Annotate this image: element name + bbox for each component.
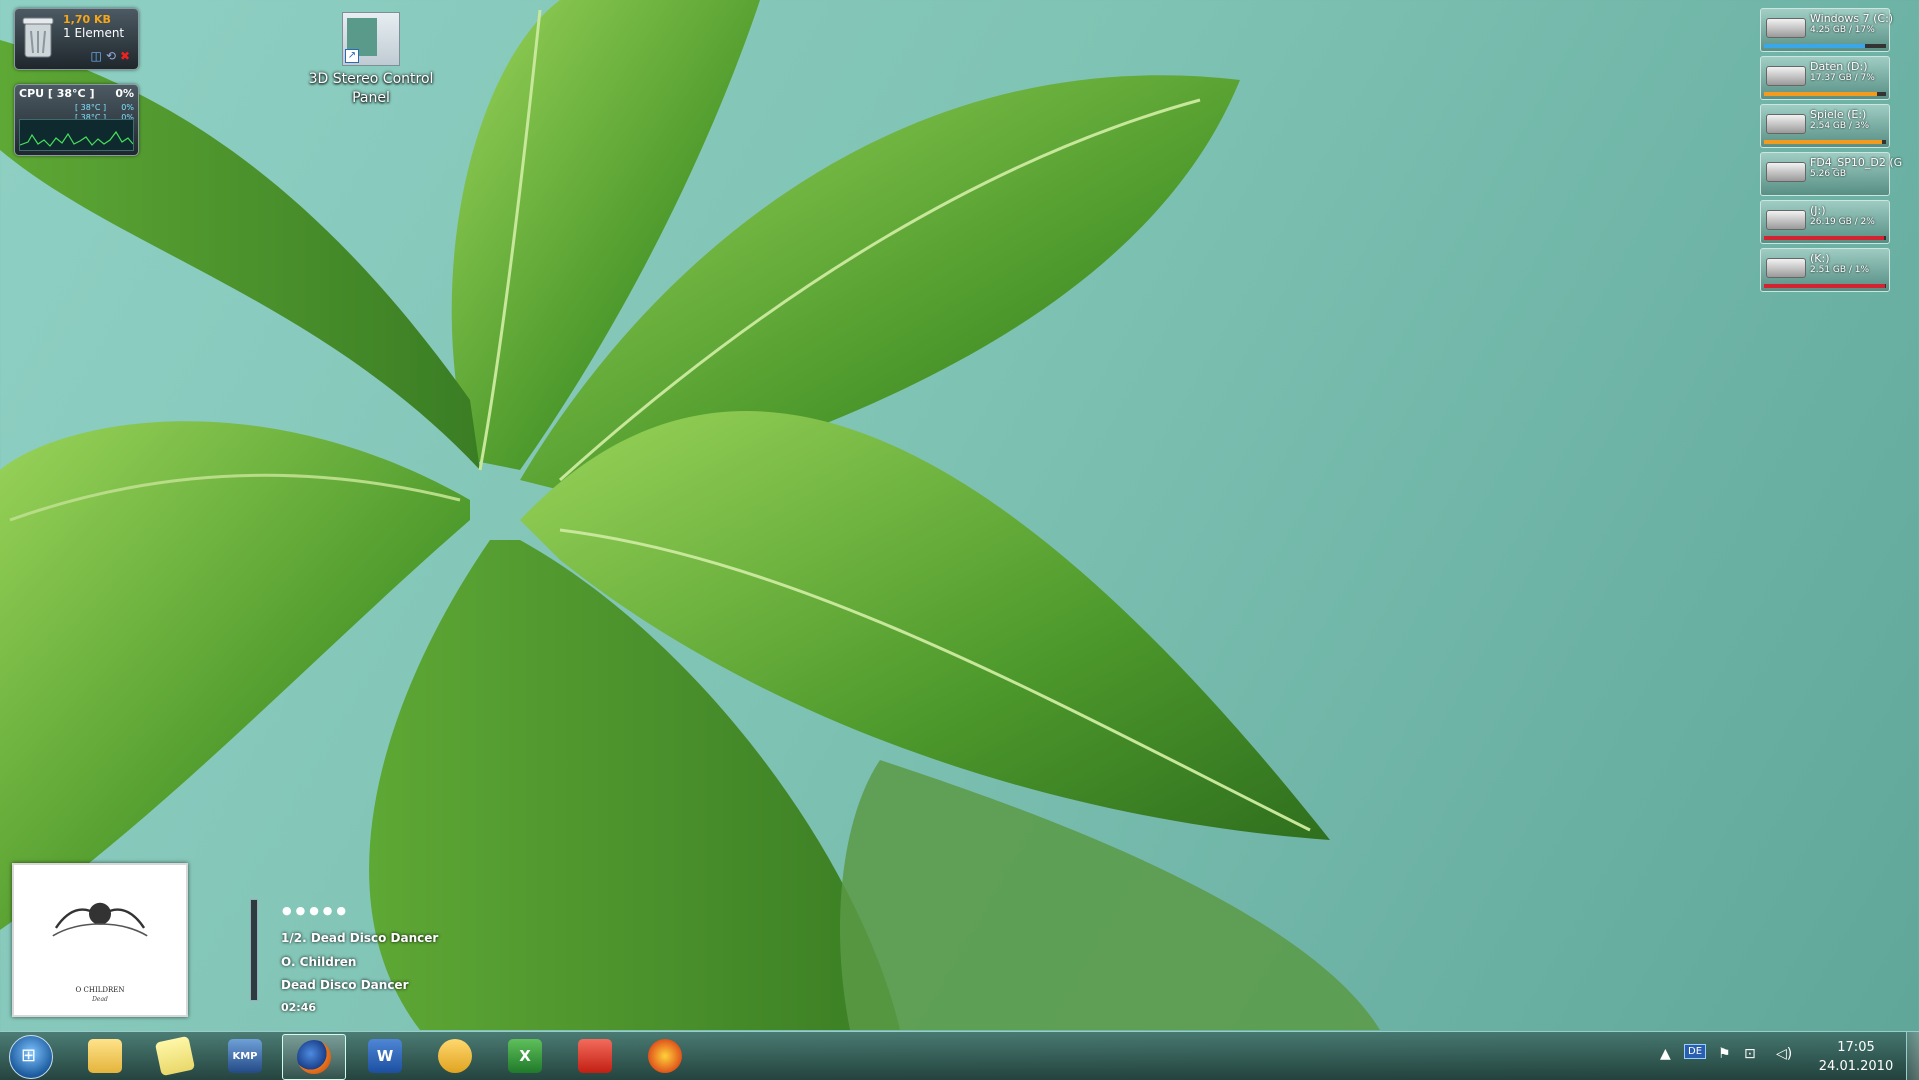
taskbar: ⊞ KMP W X ▲ DE ⚑ ⊡ ◁) 17:05 24.01.2010 (0, 1031, 1919, 1080)
cpu-usage-graph (19, 119, 134, 151)
hard-drive-icon (1766, 18, 1806, 38)
album-art[interactable]: O CHILDREN Dead (12, 863, 188, 1017)
cpu-total: 0% (115, 87, 134, 100)
firefox-icon (297, 1040, 331, 1074)
drive-gadget-e[interactable]: Spiele (E:) 2.54 GB / 3% (1760, 104, 1890, 148)
album-subtitle: Dead (92, 996, 108, 1003)
clock-date: 24.01.2010 (1818, 1059, 1894, 1074)
word-icon: W (368, 1039, 402, 1073)
flower-icon (648, 1039, 682, 1073)
drive-gadget-k[interactable]: (K:) 2.51 GB / 1% (1760, 248, 1890, 292)
drive-info: 2.54 GB / 3% (1810, 121, 1870, 131)
taskbar-explorer[interactable] (74, 1034, 136, 1078)
clock[interactable]: 17:05 24.01.2010 (1808, 1038, 1904, 1076)
show-hidden-icons-button[interactable]: ▲ (1660, 1046, 1671, 1062)
acrobat-icon (578, 1039, 612, 1073)
drive-usage-bar (1764, 284, 1886, 288)
cpu-meter-gadget[interactable]: CPU [ 38°C ] 0% [ 38°C ] 0% [ 38°C ] 0% (14, 84, 139, 156)
core-load: 0% (121, 103, 134, 112)
drive-usage-bar (1764, 236, 1886, 240)
label-line: Panel (352, 90, 390, 106)
taskbar-word[interactable]: W (354, 1034, 416, 1078)
drive-info: 26.19 GB / 2% (1810, 217, 1875, 227)
drive-info: 17.37 GB / 7% (1810, 73, 1875, 83)
language-indicator[interactable]: DE (1684, 1044, 1707, 1059)
taskbar-sticky-notes[interactable] (144, 1034, 206, 1078)
windows-logo-icon: ⊞ (21, 1045, 37, 1066)
drive-gadget-d[interactable]: Daten (D:) 17.37 GB / 7% (1760, 56, 1890, 100)
desktop-wallpaper (0, 0, 1380, 1030)
drive-name: Daten (D:) (1810, 60, 1868, 73)
folder-icon (88, 1039, 122, 1073)
word-label: W (376, 1047, 394, 1065)
optical-drive-icon (1766, 162, 1806, 182)
track-album: Dead Disco Dancer (281, 978, 409, 992)
recycle-bin-gadget[interactable]: 1,70 KB 1 Element ◫ ⟲ ✖ (14, 8, 139, 70)
show-desktop-button[interactable] (1906, 1032, 1919, 1080)
core-temp: [ 38°C ] (75, 103, 107, 112)
excel-icon: X (508, 1039, 542, 1073)
control-panel-icon: ↗ (342, 12, 400, 66)
drive-name: (J:) (1810, 204, 1826, 217)
drive-name: (K:) (1810, 252, 1830, 265)
hard-drive-icon (1766, 66, 1806, 86)
open-bin-icon[interactable]: ◫ (91, 49, 102, 63)
recycle-bin-count: 1 Element (63, 26, 125, 40)
shortcut-arrow-icon: ↗ (345, 49, 359, 63)
clock-time: 17:05 (1837, 1040, 1875, 1055)
recycle-bin-icon (22, 17, 54, 58)
taskbar-firefox[interactable] (282, 1034, 346, 1080)
drive-gadget-c[interactable]: Windows 7 (C:) 4.25 GB / 17% (1760, 8, 1894, 52)
hard-drive-icon (1766, 210, 1806, 230)
album-illustration (52, 902, 148, 937)
album-title: O CHILDREN (75, 986, 125, 994)
notes-icon (154, 1035, 196, 1077)
hard-drive-icon (1766, 258, 1806, 278)
taskbar-outlook[interactable] (424, 1034, 486, 1078)
taskbar-gadget-app[interactable] (634, 1034, 696, 1078)
recycle-bin-size: 1,70 KB (63, 13, 111, 26)
drive-name: Windows 7 (C:) (1810, 12, 1894, 25)
drive-info: 4.25 GB / 17% (1810, 25, 1875, 35)
drive-info: 5.26 GB (1810, 169, 1847, 179)
track-title: 1/2. Dead Disco Dancer (281, 931, 439, 945)
track-artist: O. Children (281, 955, 357, 969)
track-time: 02:46 (281, 1001, 317, 1014)
taskbar-kmplayer[interactable]: KMP (214, 1034, 276, 1078)
rating-dots[interactable]: ●●●●● (282, 904, 350, 917)
excel-label: X (519, 1047, 531, 1065)
cpu-label: CPU [ 38°C ] (19, 87, 95, 100)
drive-usage-bar (1764, 92, 1886, 96)
drive-name: Spiele (E:) (1810, 108, 1867, 121)
desktop-icon-label: 3D Stereo Control Panel (306, 70, 436, 108)
start-button[interactable]: ⊞ (9, 1035, 53, 1079)
desktop-icon-3d-stereo[interactable]: ↗ 3D Stereo Control Panel (306, 12, 436, 108)
drive-gadget-j[interactable]: (J:) 26.19 GB / 2% (1760, 200, 1890, 244)
network-icon[interactable]: ⊡ (1744, 1046, 1756, 1062)
taskbar-excel[interactable]: X (494, 1034, 556, 1078)
cpu-core-row: [ 38°C ] 0% (19, 103, 134, 112)
label-line: 3D Stereo Control (308, 71, 434, 87)
empty-bin-icon[interactable]: ✖ (120, 49, 130, 63)
drive-name: FD4_SP10_D2 (G (1810, 156, 1903, 169)
volume-icon[interactable]: ◁) (1776, 1046, 1792, 1062)
taskbar-acrobat[interactable] (564, 1034, 626, 1078)
drive-usage-bar (1764, 140, 1886, 144)
volume-slider[interactable] (250, 899, 258, 1001)
drive-gadget-g[interactable]: FD4_SP10_D2 (G 5.26 GB (1760, 152, 1902, 196)
drive-usage-bar (1764, 44, 1886, 48)
restore-icon[interactable]: ⟲ (106, 49, 116, 63)
kmp-icon: KMP (228, 1039, 262, 1073)
action-center-flag-icon[interactable]: ⚑ (1718, 1046, 1731, 1062)
outlook-icon (438, 1039, 472, 1073)
hard-drive-icon (1766, 114, 1806, 134)
drive-info: 2.51 GB / 1% (1810, 265, 1870, 275)
kmp-label: KMP (232, 1050, 258, 1062)
